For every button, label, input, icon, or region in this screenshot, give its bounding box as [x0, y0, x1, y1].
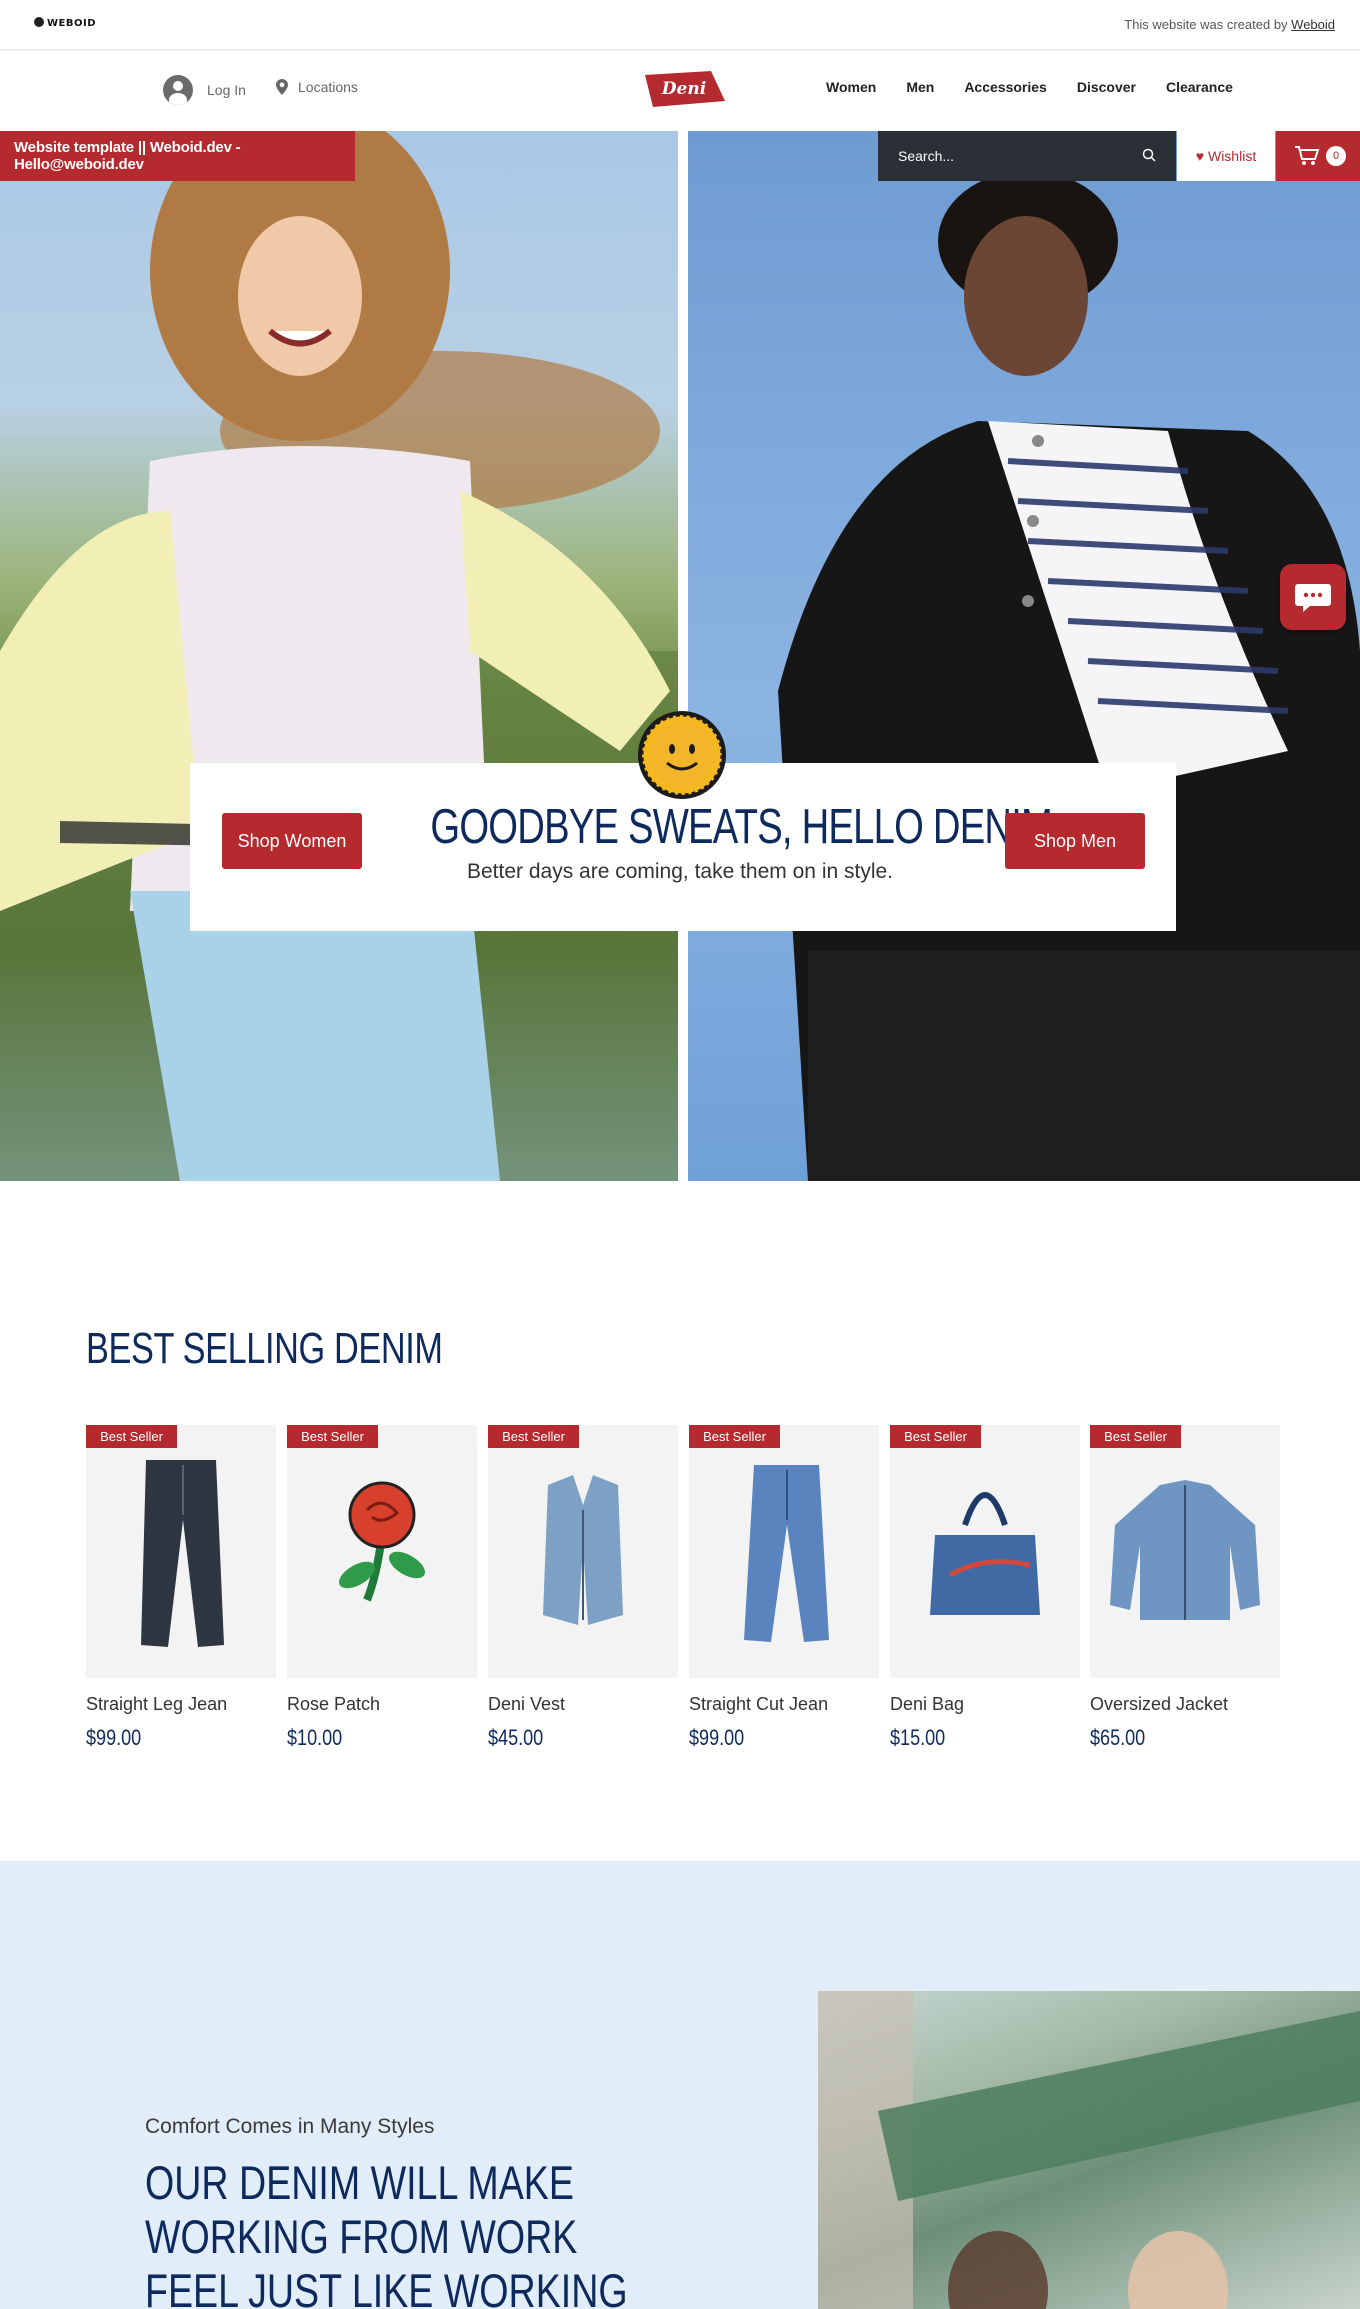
product-image[interactable]	[287, 1425, 477, 1678]
product-image[interactable]	[1090, 1425, 1280, 1678]
product-price: $99.00	[86, 1725, 142, 1750]
smiley-sun-icon	[638, 711, 726, 799]
hero-photo-man	[688, 131, 1360, 1181]
product-name[interactable]: Straight Leg Jean	[86, 1694, 227, 1715]
product-name[interactable]: Deni Bag	[890, 1694, 964, 1715]
comfort-section: Comfort Comes in Many Styles OUR DENIM W…	[0, 1861, 1360, 2309]
shop-men-button[interactable]: Shop Men	[1005, 813, 1145, 869]
weboid-logo-icon	[34, 17, 44, 27]
best-seller-tag: Best Seller	[287, 1425, 378, 1448]
product-image[interactable]	[86, 1425, 276, 1678]
comfort-kicker: Comfort Comes in Many Styles	[145, 2115, 435, 2138]
top-bar: WEBOID This website was created by Weboi…	[0, 0, 1360, 50]
product-image[interactable]	[689, 1425, 879, 1678]
denim-jacket-icon	[1110, 1480, 1260, 1620]
nav-men[interactable]: Men	[906, 79, 934, 95]
woman-illustration	[0, 131, 678, 1181]
product-price: $45.00	[488, 1725, 544, 1750]
template-banner[interactable]: Website template || Weboid.dev - Hello@w…	[0, 131, 355, 181]
locations-link[interactable]: Locations	[276, 79, 358, 95]
friends-illustration	[818, 1991, 1360, 2309]
wishlist-button[interactable]: ♥ Wishlist	[1177, 131, 1275, 181]
best-selling-title: BEST SELLING DENIM	[86, 1324, 443, 1373]
site-header: Log In Locations Deni Women Men Accessor…	[0, 51, 1360, 131]
denim-vest-icon	[543, 1475, 623, 1625]
best-seller-tag: Best Seller	[1090, 1425, 1181, 1448]
site-credit: This website was created by Weboid	[1124, 17, 1335, 32]
shop-women-button[interactable]: Shop Women	[222, 813, 362, 869]
product-name[interactable]: Rose Patch	[287, 1694, 380, 1715]
weboid-link[interactable]: Weboid	[1291, 17, 1335, 32]
light-jeans-icon	[744, 1465, 829, 1642]
product-card[interactable]: Best Seller Rose Patch $10.00	[287, 1425, 477, 1765]
weboid-logo[interactable]: WEBOID	[34, 17, 96, 29]
best-seller-tag: Best Seller	[890, 1425, 981, 1448]
friends-photo	[818, 1991, 1360, 2309]
login-button[interactable]: Log In	[163, 75, 246, 105]
best-seller-tag: Best Seller	[689, 1425, 780, 1448]
location-pin-icon	[276, 79, 288, 95]
main-nav: Women Men Accessories Discover Clearance	[826, 79, 1233, 95]
user-avatar-icon	[163, 75, 193, 105]
rose-patch-icon	[338, 1481, 426, 1602]
product-image[interactable]	[488, 1425, 678, 1678]
comfort-headline: OUR DENIM WILL MAKE WORKING FROM WORK FE…	[145, 2156, 628, 2309]
product-name[interactable]: Straight Cut Jean	[689, 1694, 828, 1715]
login-label: Log In	[207, 82, 246, 98]
weboid-logo-text: WEBOID	[47, 18, 97, 29]
hero-subline: Better days are coming, take them on in …	[466, 860, 894, 883]
product-image[interactable]	[890, 1425, 1080, 1678]
hero-section: Website template || Weboid.dev - Hello@w…	[0, 131, 1360, 1181]
product-name[interactable]: Oversized Jacket	[1090, 1694, 1228, 1715]
product-card[interactable]: Best Seller Oversized Jacket $65.00	[1090, 1425, 1280, 1765]
cart-count-badge: 0	[1326, 146, 1346, 166]
search-input[interactable]: Search...	[878, 131, 1176, 181]
cart-button[interactable]: 0	[1276, 131, 1360, 181]
nav-women[interactable]: Women	[826, 79, 876, 95]
hero-photo-woman	[0, 131, 678, 1181]
dark-jeans-icon	[141, 1460, 224, 1647]
product-name[interactable]: Deni Vest	[488, 1694, 565, 1715]
search-icon[interactable]	[1142, 148, 1156, 162]
brand-name: Deni	[661, 79, 707, 99]
denim-bag-icon	[930, 1492, 1040, 1615]
product-price: $10.00	[287, 1725, 343, 1750]
man-illustration	[778, 171, 1360, 1181]
product-price: $65.00	[1090, 1725, 1146, 1750]
locations-label: Locations	[298, 79, 358, 95]
deni-logo[interactable]: Deni	[641, 69, 727, 109]
cart-icon	[1295, 146, 1320, 165]
search-placeholder: Search...	[898, 148, 955, 164]
best-seller-tag: Best Seller	[86, 1425, 177, 1448]
nav-discover[interactable]: Discover	[1077, 79, 1136, 95]
product-card[interactable]: Best Seller Straight Cut Jean $99.00	[689, 1425, 879, 1765]
chat-bubble-icon	[1295, 584, 1331, 612]
best-seller-tag: Best Seller	[488, 1425, 579, 1448]
nav-clearance[interactable]: Clearance	[1166, 79, 1233, 95]
hero-headline: GOODBYE SWEATS, HELLO DENIM	[430, 800, 1053, 854]
product-price: $15.00	[890, 1725, 946, 1750]
product-price: $99.00	[689, 1725, 745, 1750]
credit-text: This website was created by	[1124, 17, 1292, 32]
nav-accessories[interactable]: Accessories	[964, 79, 1047, 95]
product-card[interactable]: Best Seller Deni Bag $15.00	[890, 1425, 1080, 1765]
product-card[interactable]: Best Seller Deni Vest $45.00	[488, 1425, 678, 1765]
product-grid: Best Seller Straight Leg Jean $99.00 Bes…	[86, 1425, 1280, 1765]
chat-button[interactable]	[1280, 564, 1346, 630]
product-card[interactable]: Best Seller Straight Leg Jean $99.00	[86, 1425, 276, 1765]
